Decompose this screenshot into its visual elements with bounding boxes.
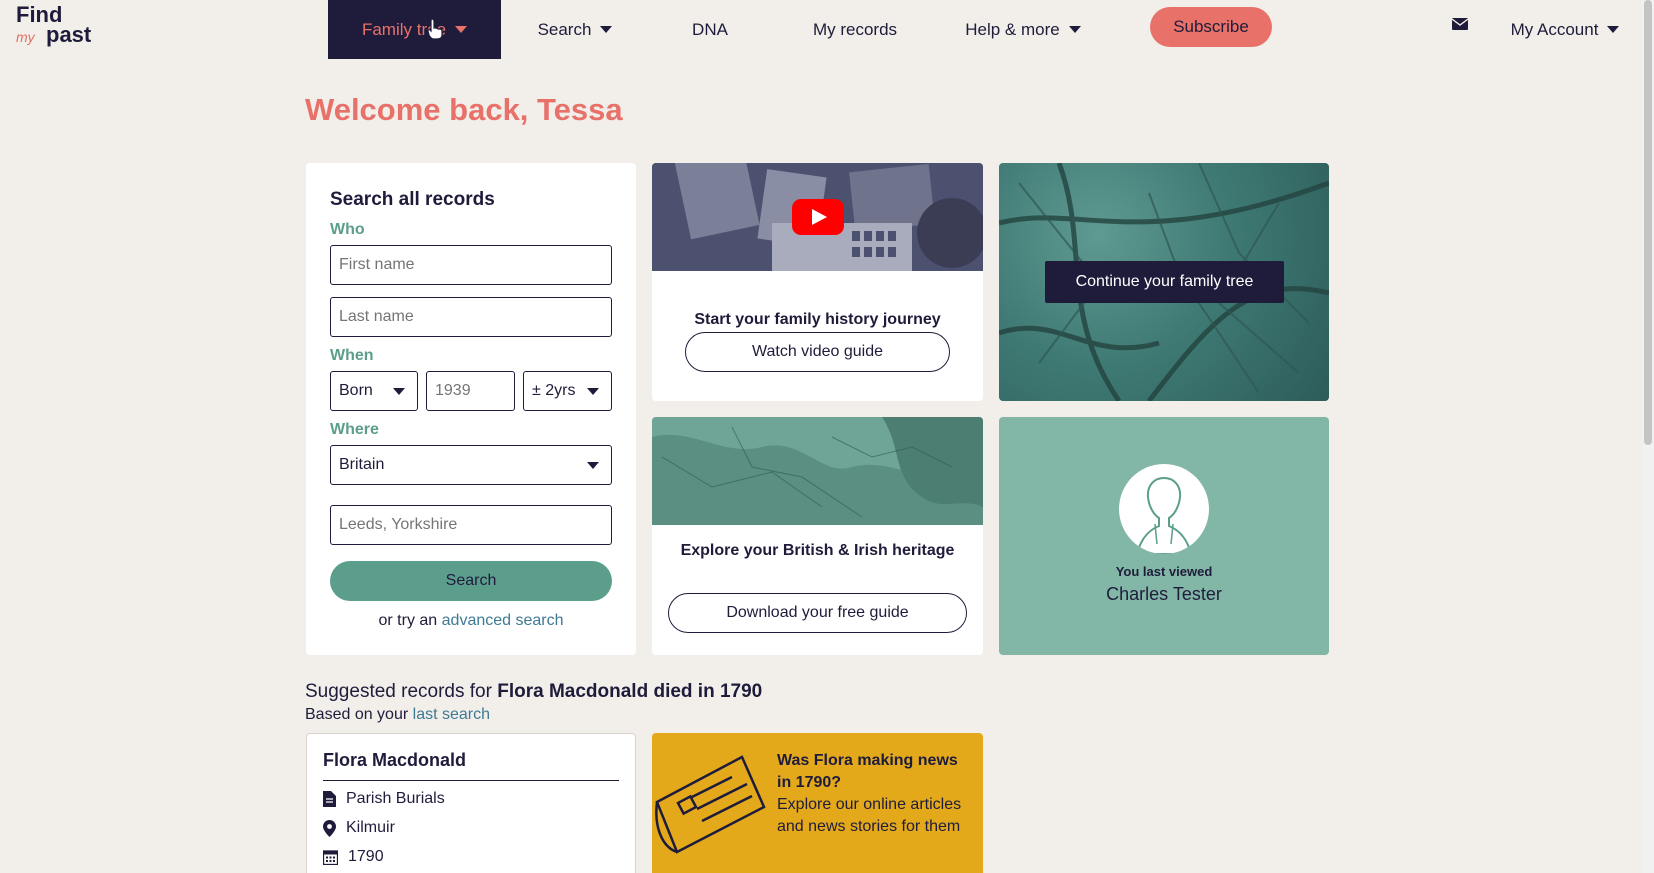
watch-video-guide-button[interactable]: Watch video guide	[685, 332, 950, 372]
download-free-guide-button[interactable]: Download your free guide	[668, 593, 967, 633]
map-image	[652, 417, 983, 525]
where-label: Where	[330, 421, 379, 438]
nav-help-label: Help & more	[965, 19, 1060, 39]
newspaper-promo-card[interactable]: Was Flora making news in 1790? Explore o…	[652, 733, 983, 873]
country-value: Britain	[339, 456, 385, 473]
nav-search[interactable]: Search	[520, 0, 630, 59]
chevron-down-icon	[455, 26, 468, 33]
findmypast-logo[interactable]: Find my past	[16, 4, 106, 50]
advanced-search-link[interactable]: advanced search	[442, 612, 564, 629]
search-card-title: Search all records	[330, 189, 495, 210]
nav-my-records[interactable]: My records	[795, 0, 915, 59]
newspaper-promo-text: Explore our online articles and news sto…	[777, 796, 962, 835]
last-viewed-person-name[interactable]: Charles Tester	[999, 584, 1329, 605]
newspaper-promo-title: Was Flora making news in 1790?	[777, 752, 958, 791]
record-year: 1790	[348, 848, 384, 865]
nav-help[interactable]: Help & more	[958, 0, 1088, 59]
year-range-value: ± 2yrs	[532, 382, 576, 399]
heritage-card-title: Explore your British & Irish heritage	[680, 542, 955, 559]
last-search-link[interactable]: last search	[413, 706, 490, 723]
year-input[interactable]	[426, 371, 515, 411]
map-art	[652, 417, 983, 525]
event-type-select[interactable]: Born	[330, 371, 418, 411]
nav-my-records-label: My records	[812, 19, 898, 39]
welcome-heading: Welcome back, Tessa	[305, 92, 623, 127]
video-guide-card: Start your family history journey Watch …	[652, 163, 983, 401]
advanced-search-line: or try an advanced search	[306, 612, 636, 630]
youtube-play-icon[interactable]	[792, 199, 844, 235]
year-range-select[interactable]: ± 2yrs	[523, 371, 612, 411]
page-scrollbar[interactable]	[1642, 0, 1654, 873]
advanced-search-prefix: or try an	[378, 612, 438, 629]
video-thumbnail[interactable]	[652, 163, 983, 273]
subscribe-button[interactable]: Subscribe	[1150, 7, 1272, 47]
nav-my-account[interactable]: My Account	[1500, 0, 1630, 59]
when-label: When	[330, 347, 374, 364]
suggested-subject: Flora Macdonald died in 1790	[497, 681, 763, 702]
country-select[interactable]: Britain	[330, 445, 612, 485]
family-tree-card: Continue your family tree	[999, 163, 1329, 401]
record-divider	[323, 780, 619, 781]
nav-dna[interactable]: DNA	[670, 0, 750, 59]
top-nav: Find my past Family tree Search DNA My r…	[0, 0, 1654, 59]
suggested-basis: Based on your last search	[305, 706, 490, 724]
record-place-row: Kilmuir	[323, 819, 395, 837]
nav-dna-label: DNA	[692, 19, 728, 39]
person-silhouette-icon	[1135, 476, 1193, 554]
record-type: Parish Burials	[346, 790, 445, 807]
suggested-prefix: Suggested records for	[305, 681, 492, 702]
record-year-row: 1790	[323, 848, 384, 866]
chevron-down-icon	[1068, 26, 1081, 33]
calendar-icon	[323, 850, 338, 865]
first-name-input[interactable]	[330, 245, 612, 285]
suggested-record-card[interactable]: Flora Macdonald Parish Burials Kilmuir 1…	[306, 733, 636, 873]
hand-cursor-icon	[427, 18, 443, 40]
map-pin-icon	[323, 819, 336, 837]
continue-family-tree-button[interactable]: Continue your family tree	[1045, 261, 1284, 303]
chevron-down-icon	[1607, 26, 1620, 33]
person-avatar-icon	[1119, 464, 1209, 554]
last-name-input[interactable]	[330, 297, 612, 337]
event-type-value: Born	[339, 382, 373, 399]
record-type-row: Parish Burials	[323, 790, 445, 808]
mail-icon[interactable]	[1452, 18, 1468, 30]
search-button[interactable]: Search	[330, 561, 612, 601]
suggested-records-heading: Suggested records for Flora Macdonald di…	[305, 681, 762, 703]
nav-search-label: Search	[537, 19, 592, 39]
nav-family-tree[interactable]: Family tree	[328, 0, 501, 59]
video-card-title: Start your family history journey	[694, 311, 941, 328]
last-viewed-card[interactable]: You last viewed Charles Tester	[999, 417, 1329, 655]
chevron-down-icon	[600, 26, 613, 33]
who-label: Who	[330, 221, 365, 238]
heritage-guide-card: Explore your British & Irish heritage Do…	[652, 417, 983, 655]
logo-text-past: past	[46, 22, 92, 47]
search-records-card: Search all records Who When Born ± 2yrs …	[306, 163, 636, 655]
chevron-down-icon	[587, 388, 599, 395]
last-viewed-label: You last viewed	[1115, 564, 1213, 579]
newspaper-icon	[655, 755, 766, 854]
nav-my-account-label: My Account	[1510, 19, 1599, 39]
scrollbar-thumb[interactable]	[1644, 0, 1652, 445]
document-icon	[323, 791, 336, 807]
record-name: Flora Macdonald	[323, 750, 467, 770]
based-prefix: Based on your	[305, 706, 409, 723]
record-place: Kilmuir	[346, 819, 395, 836]
chevron-down-icon	[587, 462, 599, 469]
place-input[interactable]	[330, 505, 612, 545]
chevron-down-icon	[393, 388, 405, 395]
logo-text-my: my	[16, 29, 35, 45]
